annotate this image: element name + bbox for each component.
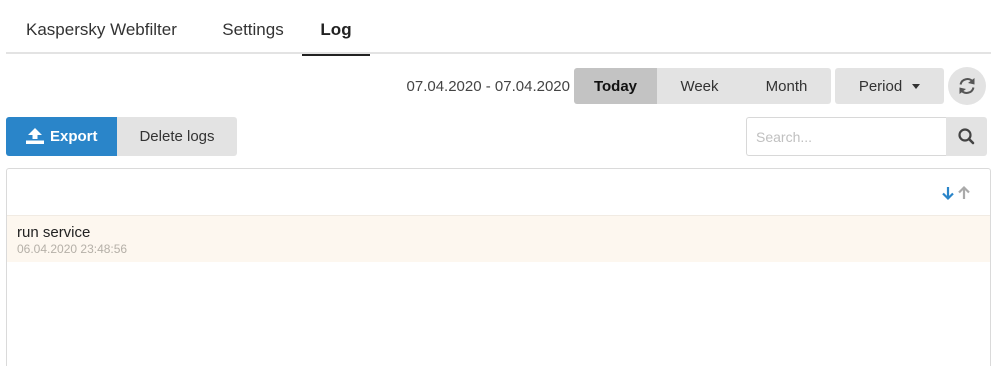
custom-period-dropdown[interactable]: Period — [835, 68, 944, 104]
export-label: Export — [50, 128, 98, 145]
log-entry-message: run service — [17, 224, 91, 241]
date-range-label: 07.04.2020 - 07.04.2020 — [406, 78, 570, 95]
search-button[interactable] — [946, 117, 987, 156]
period-today-button[interactable]: Today — [574, 68, 657, 104]
log-entry[interactable]: run service 06.04.2020 23:48:56 — [7, 215, 990, 262]
refresh-button[interactable] — [948, 67, 986, 105]
delete-logs-button[interactable]: Delete logs — [117, 117, 237, 156]
log-panel: run service 06.04.2020 23:48:56 — [6, 168, 991, 366]
period-month-button[interactable]: Month — [742, 68, 831, 104]
custom-period-label: Period — [858, 78, 903, 95]
arrow-up-icon[interactable] — [956, 185, 972, 201]
period-week-button[interactable]: Week — [657, 68, 742, 104]
upload-icon — [26, 128, 44, 144]
arrow-down-icon[interactable] — [940, 185, 956, 201]
sort-toggle[interactable] — [940, 185, 974, 201]
export-button[interactable]: Export — [6, 117, 117, 156]
log-entry-timestamp: 06.04.2020 23:48:56 — [17, 242, 128, 256]
tab-settings[interactable]: Settings — [204, 0, 302, 54]
tab-bar: Kaspersky Webfilter Settings Log — [6, 0, 991, 56]
tab-log[interactable]: Log — [302, 0, 370, 56]
search-input[interactable] — [746, 117, 946, 156]
tab-kaspersky-webfilter[interactable]: Kaspersky Webfilter — [6, 0, 204, 54]
refresh-icon — [959, 78, 975, 94]
caret-down-icon — [912, 83, 921, 89]
search-icon — [958, 128, 975, 145]
search-box — [746, 117, 987, 156]
